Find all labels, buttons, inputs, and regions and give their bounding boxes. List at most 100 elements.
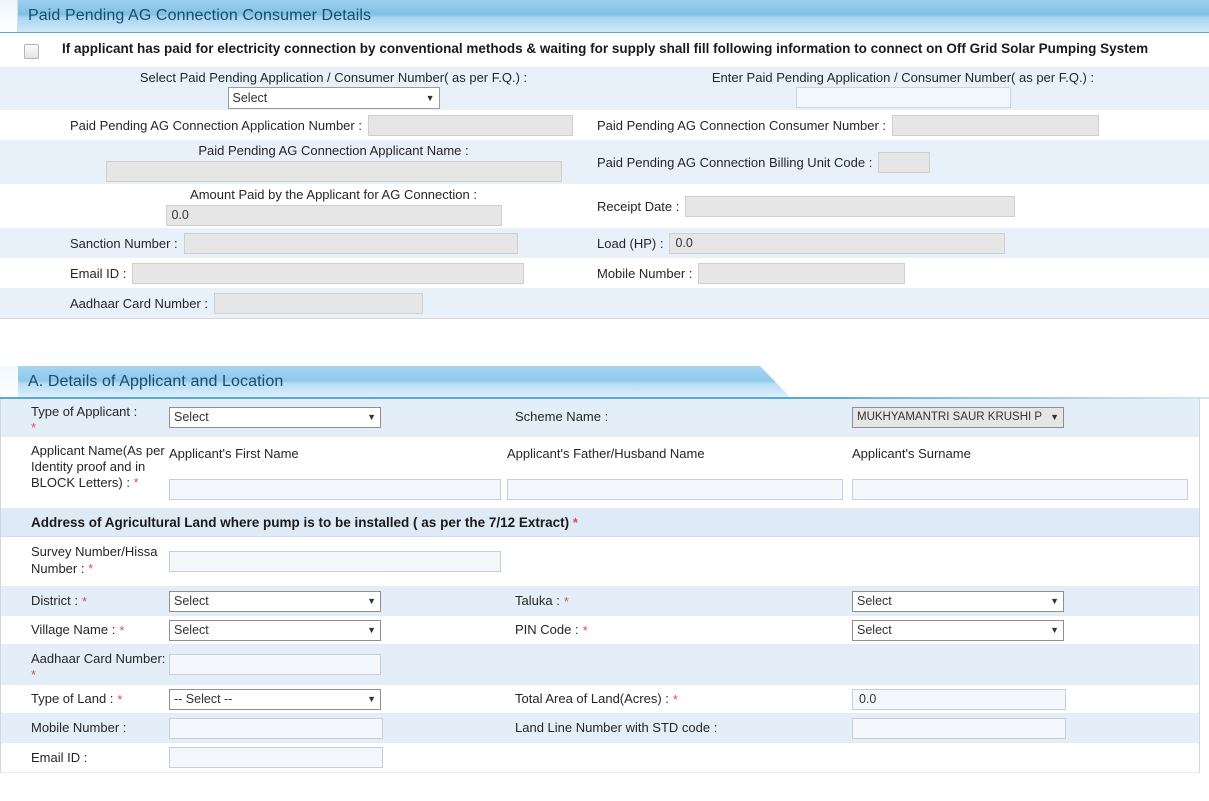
application-number-cell: Paid Pending AG Connection Application N…	[0, 114, 597, 136]
row-type-of-applicant: Type of Applicant : * Select ▼ Scheme Na…	[1, 398, 1199, 437]
consumer-number-cell: Paid Pending AG Connection Consumer Numb…	[597, 114, 1209, 136]
section-a-header-box: A. Details of Applicant and Location	[0, 366, 1209, 399]
survey-number-label: Survey Number/Hissa Number : *	[31, 543, 169, 577]
required-marker: *	[572, 515, 578, 530]
district-label-cell: District : *	[1, 587, 169, 615]
type-of-applicant-dropdown[interactable]: Select ▼	[169, 406, 381, 428]
enter-paid-pending-input[interactable]	[795, 87, 1011, 108]
application-number-input[interactable]	[367, 114, 573, 136]
taluka-value: Select	[857, 594, 892, 608]
consumer-number-label: Paid Pending AG Connection Consumer Numb…	[597, 117, 887, 133]
amount-paid-input[interactable]: 0.0	[165, 204, 502, 226]
pin-code-dropdown[interactable]: Select ▼	[852, 619, 1064, 641]
type-of-land-value: -- Select --	[174, 692, 233, 706]
paid-pending-section-header: Paid Pending AG Connection Consumer Deta…	[0, 0, 1209, 33]
select-paid-pending-value: Select	[232, 90, 268, 105]
scheme-name-field-cell: MUKHYAMANTRI SAUR KRUSHI P ▼	[852, 398, 1199, 436]
required-marker: *	[133, 475, 139, 490]
district-label: District :	[31, 593, 78, 608]
sanction-number-input[interactable]	[183, 232, 518, 254]
email-input[interactable]	[132, 262, 525, 284]
aadhaar-input[interactable]	[214, 292, 424, 314]
district-field-cell: Select ▼	[169, 587, 507, 615]
pin-code-value: Select	[857, 623, 892, 637]
type-of-applicant-label: Type of Applicant : *	[31, 404, 137, 436]
email-spacer-1	[507, 743, 852, 772]
section-a-header: A. Details of Applicant and Location	[0, 366, 836, 398]
form-page: Paid Pending AG Connection Consumer Deta…	[0, 0, 1209, 801]
address-band: Address of Agricultural Land where pump …	[1, 509, 1199, 537]
applicant-name-cell: Paid Pending AG Connection Applicant Nam…	[0, 143, 597, 182]
type-of-land-dropdown[interactable]: -- Select -- ▼	[169, 688, 381, 710]
mobile-input[interactable]	[698, 262, 906, 284]
email-label-cell: Email ID :	[1, 743, 169, 772]
email-input[interactable]	[169, 747, 383, 768]
taluka-dropdown[interactable]: Select ▼	[852, 590, 1064, 612]
survey-spacer-1	[507, 537, 852, 586]
surname-header: Applicant's Surname	[852, 445, 971, 461]
load-hp-label: Load (HP) :	[597, 235, 664, 251]
row-survey-number: Survey Number/Hissa Number : *	[1, 537, 1199, 587]
row-type-of-land: Type of Land : * -- Select -- ▼ Total Ar…	[1, 685, 1199, 714]
chevron-down-icon: ▼	[425, 92, 435, 103]
scheme-name-value: MUKHYAMANTRI SAUR KRUSHI P	[857, 411, 1043, 423]
district-dropdown[interactable]: Select ▼	[169, 590, 381, 612]
required-marker: *	[119, 622, 125, 638]
first-name-cell: Applicant's First Name	[169, 437, 507, 508]
total-area-field-cell: 0.0	[852, 685, 1199, 713]
village-field-cell: Select ▼	[169, 616, 507, 644]
receipt-date-cell: Receipt Date :	[597, 195, 1209, 217]
type-of-applicant-label-cell: Type of Applicant : *	[1, 398, 169, 436]
sanction-number-label: Sanction Number :	[70, 235, 178, 251]
row-aadhaar-card: Aadhaar Card Number: *	[1, 645, 1199, 685]
section-a-header-underline	[0, 397, 1209, 399]
chevron-down-icon: ▼	[367, 694, 376, 704]
village-dropdown[interactable]: Select ▼	[169, 619, 381, 641]
aadhaar-label: Aadhaar Card Number :	[70, 295, 209, 311]
total-area-input[interactable]: 0.0	[852, 688, 1066, 710]
receipt-date-label: Receipt Date :	[597, 198, 680, 214]
section-a-table: Type of Applicant : * Select ▼ Scheme Na…	[0, 398, 1200, 773]
receipt-date-input[interactable]	[685, 195, 1016, 217]
first-name-input[interactable]	[169, 478, 501, 500]
mobile-label-cell: Mobile Number :	[1, 714, 169, 742]
mobile-input[interactable]	[169, 717, 383, 739]
landline-field-cell	[852, 714, 1199, 742]
row-mobile-landline: Mobile Number : Land Line Number with ST…	[1, 714, 1199, 743]
survey-spacer-2	[852, 537, 1199, 586]
row-district-taluka: District : * Select ▼ Taluka : * Select	[1, 587, 1199, 616]
pin-code-label: PIN Code :	[515, 622, 579, 637]
billing-unit-label: Paid Pending AG Connection Billing Unit …	[597, 154, 873, 170]
required-marker: *	[672, 691, 678, 707]
billing-unit-input[interactable]	[878, 151, 931, 173]
required-marker: *	[31, 667, 37, 682]
scheme-name-dropdown[interactable]: MUKHYAMANTRI SAUR KRUSHI P ▼	[852, 406, 1064, 428]
row-applicant-name: Applicant Name(As per Identity proof and…	[1, 437, 1199, 509]
surname-input[interactable]	[852, 478, 1188, 500]
landline-input[interactable]	[852, 717, 1066, 739]
applicant-location-section: A. Details of Applicant and Location Typ…	[0, 366, 1209, 773]
survey-number-label-text: Survey Number/Hissa Number :	[31, 544, 158, 576]
section-a-title: A. Details of Applicant and Location	[28, 372, 284, 390]
applicant-name-input[interactable]	[105, 160, 562, 182]
required-marker: *	[81, 593, 88, 609]
chevron-down-icon: ▼	[367, 625, 376, 635]
select-paid-pending-cell: Select Paid Pending Application / Consum…	[0, 70, 597, 109]
load-hp-input[interactable]: 0.0	[669, 232, 1006, 254]
aadhaar-input[interactable]	[169, 654, 381, 675]
father-name-input[interactable]	[507, 478, 843, 500]
pin-code-label-cell: PIN Code : *	[507, 616, 852, 644]
first-name-header: Applicant's First Name	[169, 445, 299, 461]
required-marker: *	[563, 593, 569, 609]
billing-unit-cell: Paid Pending AG Connection Billing Unit …	[597, 151, 1209, 173]
sanction-number-cell: Sanction Number :	[0, 232, 597, 254]
amount-paid-cell: Amount Paid by the Applicant for AG Conn…	[0, 187, 597, 226]
enter-paid-pending-label: Enter Paid Pending Application / Consume…	[711, 70, 1095, 85]
paid-pending-section: Paid Pending AG Connection Consumer Deta…	[0, 0, 1209, 319]
select-paid-pending-dropdown[interactable]: Select ▼	[227, 86, 440, 109]
consumer-number-input[interactable]	[892, 114, 1100, 136]
survey-number-input[interactable]	[169, 551, 501, 572]
chevron-down-icon: ▼	[367, 596, 376, 606]
required-marker: *	[582, 622, 588, 638]
paid-pending-checkbox[interactable]	[23, 44, 39, 59]
